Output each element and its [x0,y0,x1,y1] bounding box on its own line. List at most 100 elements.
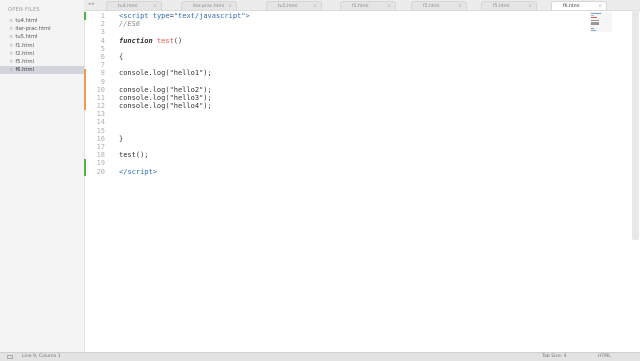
close-icon[interactable]: × [153,2,157,10]
code-line[interactable]: console.log("hello1"); [119,69,250,77]
close-icon[interactable]: × [528,2,532,10]
line-number: 4 [100,36,105,45]
line-number: 14 [96,118,105,127]
sidebar: OPEN FILES × tu4.html × iter-prac.html × tu… [0,0,85,352]
line-number: 10 [84,85,105,94]
line-number: 17 [96,143,105,151]
sidebar-item-f1[interactable]: × f1.html [0,42,84,50]
line-number: 11 [84,93,105,103]
code-line[interactable]: console.log("hello2"); [119,86,250,94]
code-line[interactable]: console.log("hello4"); [119,102,250,110]
code-line[interactable] [119,159,250,167]
line-number: 1 [84,12,105,21]
vertical-scrollbar[interactable] [632,10,639,240]
close-icon[interactable]: × [9,59,13,65]
code-token: > [245,12,250,20]
sidebar-item-label: iter-prac.html [15,26,51,33]
tab-tu5[interactable]: tu5.html × [266,1,322,10]
code-token: { [119,52,124,61]
tab-label: tu5.html [278,4,298,9]
sidebar-item-label: f2.html [15,50,34,57]
minimap[interactable] [590,12,612,32]
modified-line-marker [84,102,86,111]
code-line[interactable]: function test() [119,37,250,45]
open-files-header: OPEN FILES [8,7,40,13]
sidebar-item-label: tu4.html [15,18,38,24]
code-line[interactable] [119,143,250,151]
tab-f2[interactable]: f2.html × [411,1,467,10]
code-line[interactable] [119,110,250,118]
added-line-marker [84,12,86,21]
code-line[interactable]: console.log("hello3"); [119,94,250,102]
close-icon[interactable]: × [9,26,13,32]
code-token: test(); [119,151,149,160]
close-icon[interactable]: × [387,2,391,10]
close-icon[interactable]: × [9,34,13,40]
tab-label: f6.html [563,4,580,9]
modified-line-marker [84,77,86,86]
code-line[interactable]: <script type="text/javascript"> [119,12,250,20]
code-token: type [152,12,170,20]
panel-toggle-icon[interactable] [7,355,13,359]
modified-line-marker [84,93,86,103]
code-editor[interactable]: <script type="text/javascript"> //ES6 fu… [119,12,250,176]
code-line[interactable]: { [119,53,250,61]
tab-label: f1.html [352,4,369,9]
tab-f1[interactable]: f1.html × [340,1,396,10]
sidebar-item-f2[interactable]: × f2.html [0,50,84,58]
line-number-gutter: 1 2 3 4 5 6 7 8 9 10 11 12 13 14 15 16 1… [84,12,110,176]
line-number: 3 [100,28,105,37]
close-icon[interactable]: × [9,43,13,49]
code-line[interactable]: test(); [119,151,250,159]
line-number: 8 [84,69,105,78]
code-token: } [119,134,124,143]
code-line[interactable] [119,78,250,86]
tab-label: f2.html [423,4,440,9]
code-keyword: function [119,36,153,45]
line-number: 15 [96,126,105,135]
code-token: script [127,167,153,176]
tab-iter-prac[interactable]: iter-prac.html × [181,1,237,10]
code-line[interactable] [119,127,250,135]
tab-f5[interactable]: f5.html × [481,1,537,10]
sidebar-item-tu4[interactable]: × tu4.html [0,17,84,25]
close-icon[interactable]: × [458,2,462,10]
code-line[interactable] [119,45,250,53]
code-token: "text/javascript" [173,12,246,20]
sidebar-item-label: f6.html [15,67,34,74]
close-icon[interactable]: × [228,2,232,10]
tab-nav-arrows-icon[interactable]: ◂ ▸ [88,1,95,7]
sidebar-item-f5[interactable]: × f5.html [0,58,84,66]
sidebar-item-tu5[interactable]: × tu5.html [0,33,84,41]
code-line[interactable] [119,28,250,36]
code-token: console.log("hello1"); [119,69,212,78]
close-icon[interactable]: × [598,2,602,10]
code-line[interactable]: } [119,135,250,143]
line-number: 20 [84,167,105,176]
line-number: 2 [100,20,105,29]
close-icon[interactable]: × [313,2,317,10]
code-function-name: test [156,36,174,45]
sidebar-item-f6[interactable]: × f6.html [0,66,84,75]
line-number: 6 [100,52,105,61]
code-token: script [123,12,149,20]
tab-f6[interactable]: f6.html × [551,1,607,10]
code-line[interactable]: </script> [119,168,250,176]
code-line[interactable] [119,61,250,69]
code-comment: //ES6 [119,20,141,29]
close-icon[interactable]: × [9,67,13,73]
code-line[interactable] [119,118,250,126]
close-icon[interactable]: × [9,51,13,57]
close-icon[interactable]: × [9,18,13,24]
sidebar-item-iter-prac[interactable]: × iter-prac.html [0,25,84,33]
modified-line-marker [84,85,86,94]
code-line[interactable]: //ES6 [119,20,250,28]
sidebar-item-label: f5.html [15,58,34,65]
tab-label: f5.html [493,4,510,9]
tab-tu4[interactable]: tu4.html × [106,1,162,10]
code-token: console.log("hello4"); [119,102,212,111]
code-token: console.log("hello3"); [119,93,212,102]
line-number: 7 [100,61,105,70]
added-line-marker [84,159,86,168]
line-number: 19 [84,159,105,168]
